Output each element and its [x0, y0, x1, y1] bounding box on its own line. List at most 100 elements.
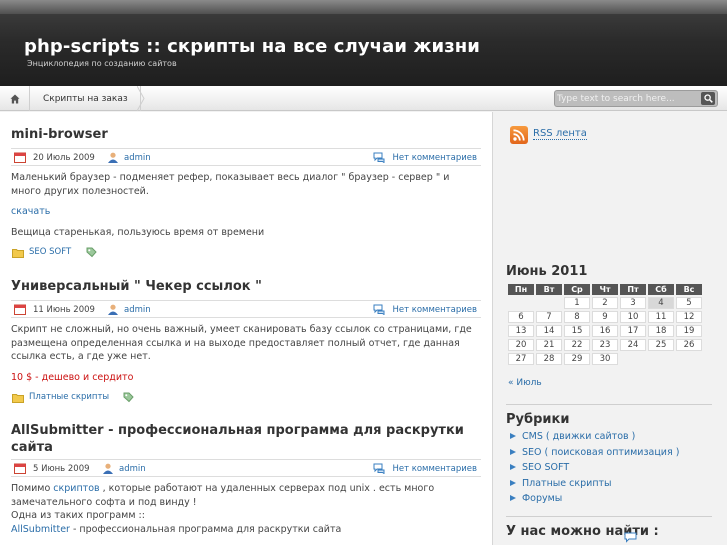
- comments-icon: [373, 304, 385, 315]
- search-button[interactable]: [701, 92, 715, 105]
- category-link[interactable]: Платные скрипты: [506, 476, 679, 492]
- folder-icon: [12, 394, 24, 403]
- site-title[interactable]: php-scripts :: скрипты на все случаи жиз…: [24, 36, 480, 57]
- calendar-day: 9: [592, 311, 618, 323]
- tag-icon: [123, 392, 134, 403]
- user-icon: [108, 152, 118, 163]
- calendar-day: 15: [564, 325, 590, 337]
- post-price: 10 $ - дешево и сердито: [11, 371, 134, 383]
- comments-icon: [373, 152, 385, 163]
- calendar-day: 17: [620, 325, 646, 337]
- rss-link[interactable]: RSS лента: [533, 128, 587, 140]
- calendar-icon: [14, 463, 26, 474]
- user-icon: [108, 304, 118, 315]
- post-comments-link[interactable]: Нет комментариев: [392, 153, 477, 163]
- category-link[interactable]: SEO SOFT: [506, 460, 679, 476]
- post-author[interactable]: admin: [124, 153, 151, 163]
- calendar-day: 16: [592, 325, 618, 337]
- calendar-day: 8: [564, 311, 590, 323]
- rss-glyph: [513, 129, 525, 141]
- calendar-day: 19: [676, 325, 702, 337]
- category-link[interactable]: Форумы: [506, 491, 679, 507]
- calendar-weekday: Ср: [564, 284, 590, 295]
- calendar-day: 6: [508, 311, 534, 323]
- categories-list: CMS ( движки сайтов ) SEO ( поисковая оп…: [506, 429, 679, 507]
- calendar-day: 11: [648, 311, 674, 323]
- comments-icon: [624, 532, 637, 543]
- post-text: Вещица старенькая, пользуюсь время от вр…: [11, 226, 265, 238]
- post-text-part: - профессиональная программа для раскрут…: [69, 523, 342, 535]
- search-icon: [703, 94, 713, 103]
- nav-home-button[interactable]: [0, 86, 30, 111]
- calendar: Пн Вт Ср Чт Пт Сб Вс 1 2 3 4 5 6 7 8 9 10 11 12 13 14 15 16 17…: [506, 282, 704, 367]
- comments-icon: [373, 463, 385, 474]
- download-link[interactable]: скачать: [11, 205, 481, 219]
- allsubmitter-link[interactable]: AllSubmitter: [11, 524, 70, 535]
- calendar-weekday: Пт: [620, 284, 646, 295]
- categories-title: Рубрики: [506, 412, 570, 427]
- post-title[interactable]: AllSubmitter - профессиональная программ…: [11, 422, 481, 456]
- category-link[interactable]: SEO ( поисковая оптимизация ): [506, 445, 679, 461]
- nav-item-custom-scripts[interactable]: Скрипты на заказ: [31, 86, 141, 111]
- calendar-weekday: Вт: [536, 284, 562, 295]
- calendar-title: Июнь 2011: [506, 264, 588, 279]
- post-meta: 20 Июль 2009 admin Нет комментариев: [11, 148, 481, 166]
- post-author[interactable]: admin: [124, 305, 151, 315]
- post: AllSubmitter - профессиональная программ…: [11, 422, 481, 536]
- calendar-empty-cell: [648, 353, 674, 365]
- post-text: Одна из таких программ ::: [11, 510, 145, 521]
- post-text: AllSubmitter - профессиональная программ…: [11, 523, 481, 537]
- post: mini-browser 20 Июль 2009 admin Нет комм…: [11, 126, 481, 261]
- folder-icon: [12, 249, 24, 258]
- calendar-weekday: Сб: [648, 284, 674, 295]
- post-text: Помимо скриптов , которые работают на уд…: [11, 482, 481, 509]
- post-text: Маленький браузер - подменяет рефер, пок…: [11, 172, 450, 197]
- calendar-day: 12: [676, 311, 702, 323]
- post-tags: Платные скрипты: [11, 390, 481, 406]
- post-date: 11 Июнь 2009: [33, 305, 95, 315]
- calendar-week: 6 7 8 9 10 11 12: [508, 311, 702, 323]
- category-link[interactable]: CMS ( движки сайтов ): [506, 429, 679, 445]
- calendar-day: 10: [620, 311, 646, 323]
- post-category-link[interactable]: SEO SOFT: [29, 247, 71, 257]
- search-box: [554, 90, 718, 107]
- post-date: 5 Июнь 2009: [33, 464, 90, 474]
- calendar-week: 12345: [508, 297, 702, 309]
- post-comments-link[interactable]: Нет комментариев: [392, 464, 477, 474]
- post: Универсальный " Чекер ссылок " 11 Июнь 2…: [11, 278, 481, 406]
- calendar-day: 26: [676, 339, 702, 351]
- site-description: Энциклопедия по созданию сайтов: [27, 59, 177, 68]
- calendar-prev-link[interactable]: « Июль: [508, 378, 542, 388]
- post-text: Скрипт не сложный, но очень важный, умее…: [11, 324, 472, 362]
- calendar-day: 4: [648, 297, 674, 309]
- search-input[interactable]: [557, 92, 699, 105]
- tag-icon: [86, 247, 97, 258]
- sidebar: RSS лента Июнь 2011 Пн Вт Ср Чт Пт Сб Вс 12345…: [494, 112, 727, 545]
- calendar-day: 5: [676, 297, 702, 309]
- user-icon: [103, 463, 113, 474]
- rss-icon[interactable]: [510, 126, 528, 144]
- calendar-weekday: Чт: [592, 284, 618, 295]
- calendar-weekday: Вс: [676, 284, 702, 295]
- main-content: mini-browser 20 Июль 2009 admin Нет комм…: [0, 112, 493, 545]
- calendar-day: 13: [508, 325, 534, 337]
- divider: [506, 404, 712, 405]
- post-category-link[interactable]: Платные скрипты: [29, 392, 109, 402]
- post-author[interactable]: admin: [119, 464, 146, 474]
- calendar-day: 30: [592, 353, 618, 365]
- calendar-empty-cell: [620, 353, 646, 365]
- post-comments-link[interactable]: Нет комментариев: [392, 305, 477, 315]
- calendar-week: 20 21 22 23 24 25 26: [508, 339, 702, 351]
- post-date: 20 Июль 2009: [33, 153, 95, 163]
- post-title[interactable]: mini-browser: [11, 126, 481, 143]
- calendar-icon: [14, 152, 26, 163]
- post-meta: 11 Июнь 2009 admin Нет комментариев: [11, 300, 481, 318]
- scripts-link[interactable]: скриптов: [53, 483, 99, 494]
- calendar-weekday: Пн: [508, 284, 534, 295]
- divider: [506, 516, 712, 517]
- site-header: php-scripts :: скрипты на все случаи жиз…: [0, 0, 727, 86]
- calendar-day: 14: [536, 325, 562, 337]
- post-title[interactable]: Универсальный " Чекер ссылок ": [11, 278, 481, 295]
- calendar-day: 25: [648, 339, 674, 351]
- post-tags: SEO SOFT: [11, 245, 481, 261]
